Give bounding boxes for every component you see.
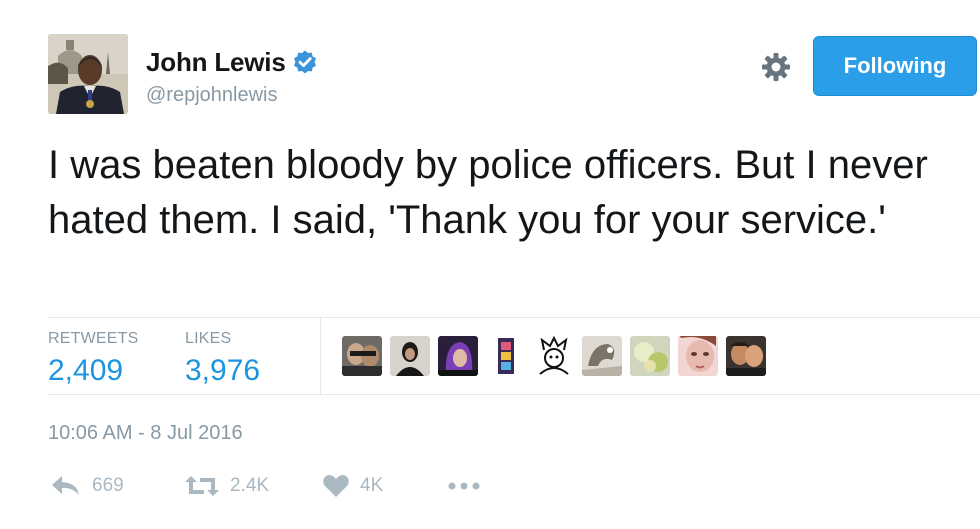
avatar[interactable] (48, 34, 128, 114)
reply-button[interactable]: 669 (50, 474, 124, 498)
retweet-button[interactable]: 2.4K (184, 474, 269, 498)
reply-count: 669 (92, 475, 124, 496)
reply-icon (52, 476, 79, 495)
display-name[interactable]: John Lewis (146, 47, 286, 78)
liker-avatar[interactable] (390, 336, 430, 376)
retweet-icon (185, 476, 219, 496)
liker-avatar[interactable] (342, 336, 382, 376)
retweets-stat[interactable]: RETWEETS 2,409 (48, 330, 139, 388)
following-button[interactable]: Following (813, 36, 977, 96)
stats-separator (320, 318, 321, 394)
gear-icon[interactable] (759, 50, 793, 84)
user-name-row[interactable]: John Lewis (146, 46, 318, 78)
more-dots-icon (448, 482, 480, 490)
retweets-value[interactable]: 2,409 (48, 354, 139, 388)
retweet-count: 2.4K (230, 475, 270, 496)
like-button[interactable]: 4K (322, 474, 383, 498)
heart-icon (323, 475, 349, 497)
verified-badge-icon (293, 50, 316, 74)
likes-value[interactable]: 3,976 (185, 354, 260, 388)
likers-avatars (342, 336, 774, 376)
user-handle[interactable]: @repjohnlewis (146, 84, 277, 107)
divider-top (48, 317, 980, 318)
divider-bottom (48, 394, 980, 395)
retweets-label: RETWEETS (48, 330, 139, 347)
tweet-text: I was beaten bloody by police officers. … (48, 143, 928, 242)
liker-avatar[interactable] (486, 336, 526, 376)
likes-label: LIKES (185, 330, 232, 347)
liker-avatar[interactable] (726, 336, 766, 376)
liker-avatar[interactable] (534, 336, 574, 376)
liker-avatar[interactable] (678, 336, 718, 376)
liker-avatar[interactable] (582, 336, 622, 376)
more-button[interactable] (446, 474, 482, 498)
liker-avatar[interactable] (438, 336, 478, 376)
likes-stat[interactable]: LIKES 3,976 (185, 330, 260, 388)
like-count: 4K (360, 475, 384, 496)
tweet-timestamp[interactable]: 10:06 AM - 8 Jul 2016 (48, 422, 243, 445)
liker-avatar[interactable] (630, 336, 670, 376)
